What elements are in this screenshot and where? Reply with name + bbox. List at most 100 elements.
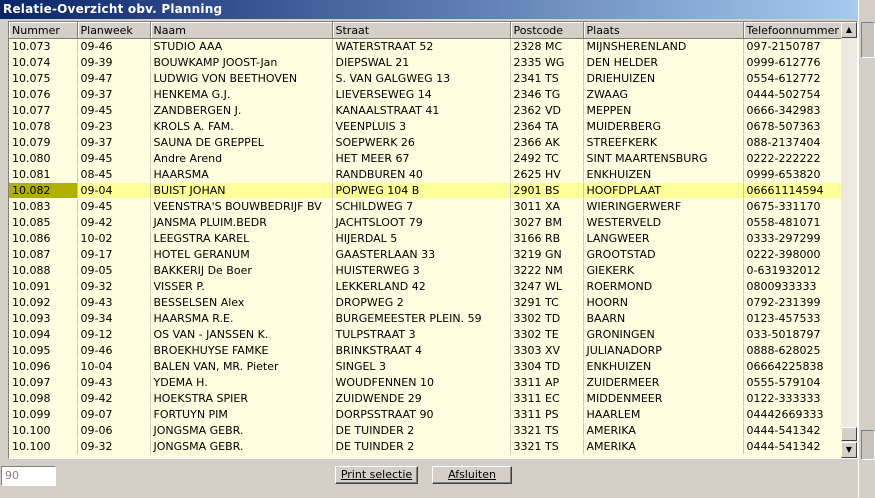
scrollbar-thumb[interactable] xyxy=(841,427,857,441)
cell-planweek: 09-32 xyxy=(77,438,151,455)
column-header-plaats[interactable]: Plaats xyxy=(583,22,744,39)
cell-plaats: DEN HELDER xyxy=(583,54,744,71)
cell-plaats: ZWAAG xyxy=(583,86,744,103)
table-row[interactable]: 10.081 08-45 HAARSMA RANDBUREN 40 2625 HV ENK… xyxy=(9,166,841,183)
cell-straat: DE TUINDER 2 xyxy=(332,438,511,455)
table-row[interactable]: 10.093 09-34 HAARSMA R.E. BURGEMEESTER PLEI… xyxy=(9,310,841,327)
cell-telefoonnummer: 0999-653820 xyxy=(743,166,841,183)
cell-planweek: 09-06 xyxy=(77,422,151,439)
table-row[interactable]: 10.077 09-45 ZANDBERGEN J. KANAALSTRAAT 41 2… xyxy=(9,102,841,119)
close-button[interactable]: Afsluiten xyxy=(432,466,512,484)
column-header-telefoonnummer[interactable]: Telefoonnummer xyxy=(743,22,841,39)
column-header-postcode[interactable]: Postcode xyxy=(510,22,584,39)
cell-telefoonnummer: 0444-541342 xyxy=(743,438,841,455)
table-row[interactable]: 10.091 09-32 VISSER P. LEKKERLAND 42 3247 WL… xyxy=(9,278,841,295)
table-row[interactable]: 10.086 10-02 LEEGSTRA KAREL HIJERDAL 5 3166 … xyxy=(9,230,841,247)
cell-nummer: 10.079 xyxy=(9,134,78,151)
cell-naam: LEEGSTRA KAREL xyxy=(150,230,333,247)
cell-naam: BUIST JOHAN xyxy=(150,182,333,199)
cell-plaats: AMERIKA xyxy=(583,422,744,439)
relations-table: Nummer Planweek Naam Straat Postcode Pla… xyxy=(9,22,841,455)
table-row[interactable]: 10.078 09-23 KROLS A. FAM. VEENPLUIS 3 2364 … xyxy=(9,118,841,135)
table-row[interactable]: 10.092 09-43 BESSELSEN Alex DROPWEG 2 3291 T… xyxy=(9,294,841,311)
table-row[interactable]: 10.079 09-37 SAUNA DE GREPPEL SOEPWERK 26 23… xyxy=(9,134,841,151)
cell-naam: KROLS A. FAM. xyxy=(150,118,333,135)
table-row[interactable]: 10.099 09-07 FORTUYN PIM DORPSSTRAAT 90 3311… xyxy=(9,406,841,423)
cell-planweek: 09-32 xyxy=(77,278,151,295)
cell-nummer: 10.080 xyxy=(9,150,78,167)
cell-planweek: 09-42 xyxy=(77,390,151,407)
table-row[interactable]: 10.094 09-12 OS VAN - JANSSEN K. TULPSTRAAT… xyxy=(9,326,841,343)
table-row[interactable]: 10.087 09-17 HOTEL GERANUM GAASTERLAAN 33 32… xyxy=(9,246,841,263)
table-row[interactable]: 10.080 09-45 Andre Arend HET MEER 67 2492 TC… xyxy=(9,150,841,167)
table-row[interactable]: 10.085 09-42 JANSMA PLUIM.BEDR JACHTSLOOT 7… xyxy=(9,214,841,231)
column-header-planweek[interactable]: Planweek xyxy=(77,22,151,39)
cell-nummer: 10.074 xyxy=(9,54,78,71)
cell-planweek: 09-43 xyxy=(77,294,151,311)
cell-planweek: 09-12 xyxy=(77,326,151,343)
table-body: 10.073 09-46 STUDIO AAA WATERSTRAAT 52 2328 … xyxy=(9,38,841,455)
cell-naam: BALEN VAN, MR. Pieter xyxy=(150,358,333,375)
column-header-straat[interactable]: Straat xyxy=(332,22,511,39)
cell-straat: WATERSTRAAT 52 xyxy=(332,38,511,55)
table-row[interactable]: 10.075 09-47 LUDWIG VON BEETHOVEN S. VAN GA… xyxy=(9,70,841,87)
cell-telefoonnummer: 0222-222222 xyxy=(743,150,841,167)
table-row[interactable]: 10.073 09-46 STUDIO AAA WATERSTRAAT 52 2328 … xyxy=(9,38,841,55)
cell-postcode: 3303 XV xyxy=(510,342,584,359)
cell-plaats: GIEKERK xyxy=(583,262,744,279)
record-count-field[interactable]: 90 xyxy=(1,466,56,486)
cell-postcode: 2901 BS xyxy=(510,182,584,199)
column-header-nummer[interactable]: Nummer xyxy=(9,22,78,39)
column-header-naam[interactable]: Naam xyxy=(150,22,333,39)
table-row[interactable]: 10.076 09-37 HENKEMA G.J. LIEVERSEWEG 14 234… xyxy=(9,86,841,103)
cell-postcode: 2335 WG xyxy=(510,54,584,71)
cell-nummer: 10.081 xyxy=(9,166,78,183)
cell-plaats: MIJNSHERENLAND xyxy=(583,38,744,55)
cell-nummer: 10.094 xyxy=(9,326,78,343)
table-row[interactable]: 10.074 09-39 BOUWKAMP JOOST-Jan DIEPSWAL 21… xyxy=(9,54,841,71)
cell-postcode: 2328 MC xyxy=(510,38,584,55)
table-row-selected[interactable]: 10.082 09-04 BUIST JOHAN POPWEG 104 B 2901 B… xyxy=(9,182,841,199)
table-row[interactable]: 10.083 09-45 VEENSTRA'S BOUWBEDRIJF BV SCHI… xyxy=(9,198,841,215)
cell-plaats: MEPPEN xyxy=(583,102,744,119)
cell-straat: TULPSTRAAT 3 xyxy=(332,326,511,343)
table-row[interactable]: 10.088 09-05 BAKKERIJ De Boer HUISTERWEG 33… xyxy=(9,262,841,279)
cell-planweek: 09-04 xyxy=(77,182,151,199)
cell-postcode: 3219 GN xyxy=(510,246,584,263)
scroll-down-button[interactable]: ▼ xyxy=(841,442,857,458)
cell-telefoonnummer: 0444-541342 xyxy=(743,422,841,439)
cell-telefoonnummer: 04442669333 xyxy=(743,406,841,423)
edge-control-bottom[interactable] xyxy=(861,430,875,460)
print-selection-button[interactable]: Print selectie xyxy=(335,466,418,484)
cell-plaats: WESTERVELD xyxy=(583,214,744,231)
cell-telefoonnummer: 0678-507363 xyxy=(743,118,841,135)
table-row[interactable]: 10.095 09-46 BROEKHUYSE FAMKE BRINKSTRAAT 4… xyxy=(9,342,841,359)
cell-naam: STUDIO AAA xyxy=(150,38,333,55)
cell-nummer: 10.087 xyxy=(9,246,78,263)
cell-planweek: 09-45 xyxy=(77,102,151,119)
cell-postcode: 2364 TA xyxy=(510,118,584,135)
cell-straat: LIEVERSEWEG 14 xyxy=(332,86,511,103)
cell-planweek: 10-04 xyxy=(77,358,151,375)
cell-plaats: LANGWEER xyxy=(583,230,744,247)
table-row[interactable]: 10.098 09-42 HOEKSTRA SPIER ZUIDWENDE 29 331… xyxy=(9,390,841,407)
cell-planweek: 09-17 xyxy=(77,246,151,263)
cell-planweek: 09-05 xyxy=(77,262,151,279)
table-row[interactable]: 10.100 09-32 JONGSMA GEBR. DE TUINDER 2 3321… xyxy=(9,438,841,455)
table-row[interactable]: 10.100 09-06 JONGSMA GEBR. DE TUINDER 2 3321… xyxy=(9,422,841,439)
cell-postcode: 2492 TC xyxy=(510,150,584,167)
table-row[interactable]: 10.097 09-43 YDEMA H. WOUDFENNEN 10 3311 AP Z… xyxy=(9,374,841,391)
cell-naam: Andre Arend xyxy=(150,150,333,167)
vertical-scrollbar[interactable]: ▲ ▼ xyxy=(841,22,857,458)
cell-postcode: 3311 PS xyxy=(510,406,584,423)
cell-straat: VEENPLUIS 3 xyxy=(332,118,511,135)
cell-naam: HOTEL GERANUM xyxy=(150,246,333,263)
relations-grid[interactable]: Nummer Planweek Naam Straat Postcode Pla… xyxy=(8,21,858,459)
cell-telefoonnummer: 0222-398000 xyxy=(743,246,841,263)
cell-telefoonnummer: 033-5018797 xyxy=(743,326,841,343)
table-row[interactable]: 10.096 10-04 BALEN VAN, MR. Pieter SINGEL 3… xyxy=(9,358,841,375)
cell-telefoonnummer: 0800933333 xyxy=(743,278,841,295)
edge-control-top[interactable] xyxy=(861,22,875,58)
cell-plaats: STREEFKERK xyxy=(583,134,744,151)
scroll-up-button[interactable]: ▲ xyxy=(841,22,857,38)
